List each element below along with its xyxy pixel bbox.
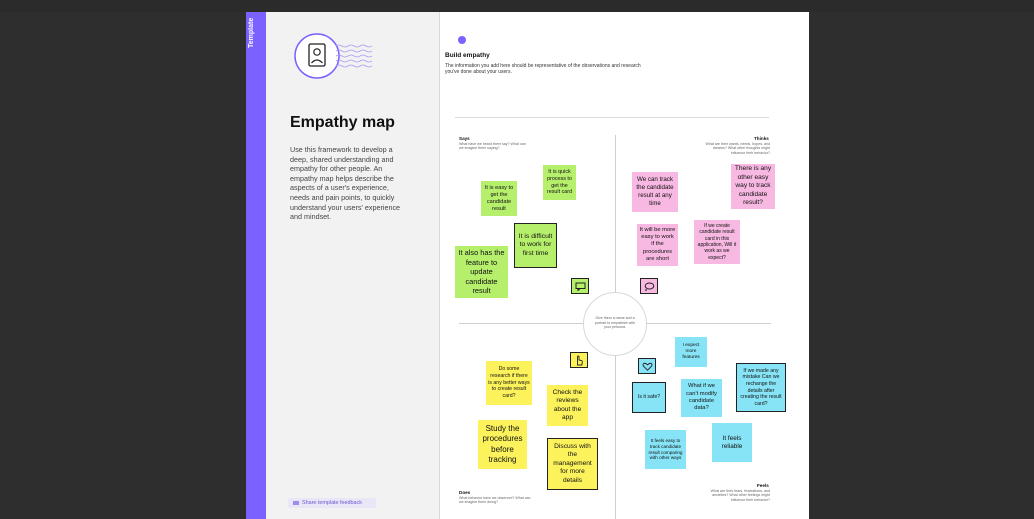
- speech-bubble-icon: [571, 278, 589, 294]
- quadrant-thinks-desc: What are their wants, needs, hopes, and …: [705, 142, 770, 155]
- sticky-note[interactable]: There is any other easy way to track can…: [731, 164, 775, 209]
- section-heading: Build empathy: [445, 52, 490, 59]
- top-bar: [0, 0, 1034, 12]
- sticky-note[interactable]: Study the procedures before tracking: [478, 420, 527, 469]
- sticky-note[interactable]: Discuss with the management for more det…: [547, 438, 598, 490]
- quadrant-feels-desc: What are their fears, frustrations, and …: [710, 489, 770, 502]
- sticky-note[interactable]: It is difficult to work for first time: [514, 223, 557, 268]
- quadrant-says-desc: What have we heard them say? What can we…: [459, 142, 526, 151]
- sticky-note[interactable]: What if we can't modify candidate data?: [681, 379, 722, 417]
- sticky-note[interactable]: It will be more easy to work if the proc…: [637, 224, 678, 266]
- sticky-note[interactable]: If we create candidate result card in th…: [694, 220, 740, 264]
- sticky-note[interactable]: It feels reliable: [712, 423, 752, 462]
- quadrant-says-label: Says: [459, 136, 470, 141]
- share-feedback-button[interactable]: Share template feedback: [288, 498, 376, 508]
- sticky-note[interactable]: Do some research if there is any better …: [486, 361, 532, 405]
- template-sidebar: Empathy map Use this framework to develo…: [266, 12, 439, 519]
- feedback-label: Share template feedback: [302, 500, 362, 506]
- thought-bubble-icon: [640, 278, 658, 294]
- sticky-note[interactable]: Check the reviews about the app: [547, 385, 588, 426]
- sticky-note[interactable]: It is easy to get the candidate result: [481, 181, 517, 216]
- section-description: The information you add here should be r…: [445, 63, 641, 76]
- quadrant-does-desc: What behavior have we observed? What can…: [459, 496, 531, 505]
- sticky-note[interactable]: Is it safe?: [632, 382, 666, 413]
- template-description: Use this framework to develop a deep, sh…: [290, 145, 401, 222]
- empathy-map-board: Template Empathy map Use this framework …: [246, 12, 809, 519]
- quadrant-thinks-label: Thinks: [754, 136, 769, 141]
- persona-hint: Give them a name and a portrait to empat…: [594, 316, 636, 330]
- sticky-note[interactable]: If we made any mistake Can we rechange t…: [736, 363, 786, 412]
- template-accent-bar: Template: [246, 12, 266, 519]
- quadrant-feels-label: Feels: [757, 483, 769, 488]
- template-tag: Template: [248, 18, 255, 49]
- section-marker: [458, 36, 466, 44]
- persona-circle[interactable]: Give them a name and a portrait to empat…: [583, 292, 647, 356]
- section-rule: [455, 117, 769, 118]
- sticky-note[interactable]: It also has the feature to update candid…: [455, 246, 508, 298]
- panel-divider: [439, 12, 440, 519]
- sticky-note[interactable]: I expect more features: [675, 337, 707, 367]
- page-title: Empathy map: [290, 114, 395, 131]
- heart-icon: [638, 358, 656, 374]
- portrait-icon: [294, 33, 373, 79]
- sticky-note[interactable]: It feels easy to track candidate result …: [645, 430, 686, 469]
- hand-pointer-icon: [570, 352, 588, 368]
- quadrant-does-label: Does: [459, 490, 471, 495]
- sticky-note[interactable]: It is quick process to get the result ca…: [543, 165, 576, 200]
- feedback-icon: [293, 500, 299, 505]
- sticky-note[interactable]: We can track the candidate result at any…: [632, 172, 678, 212]
